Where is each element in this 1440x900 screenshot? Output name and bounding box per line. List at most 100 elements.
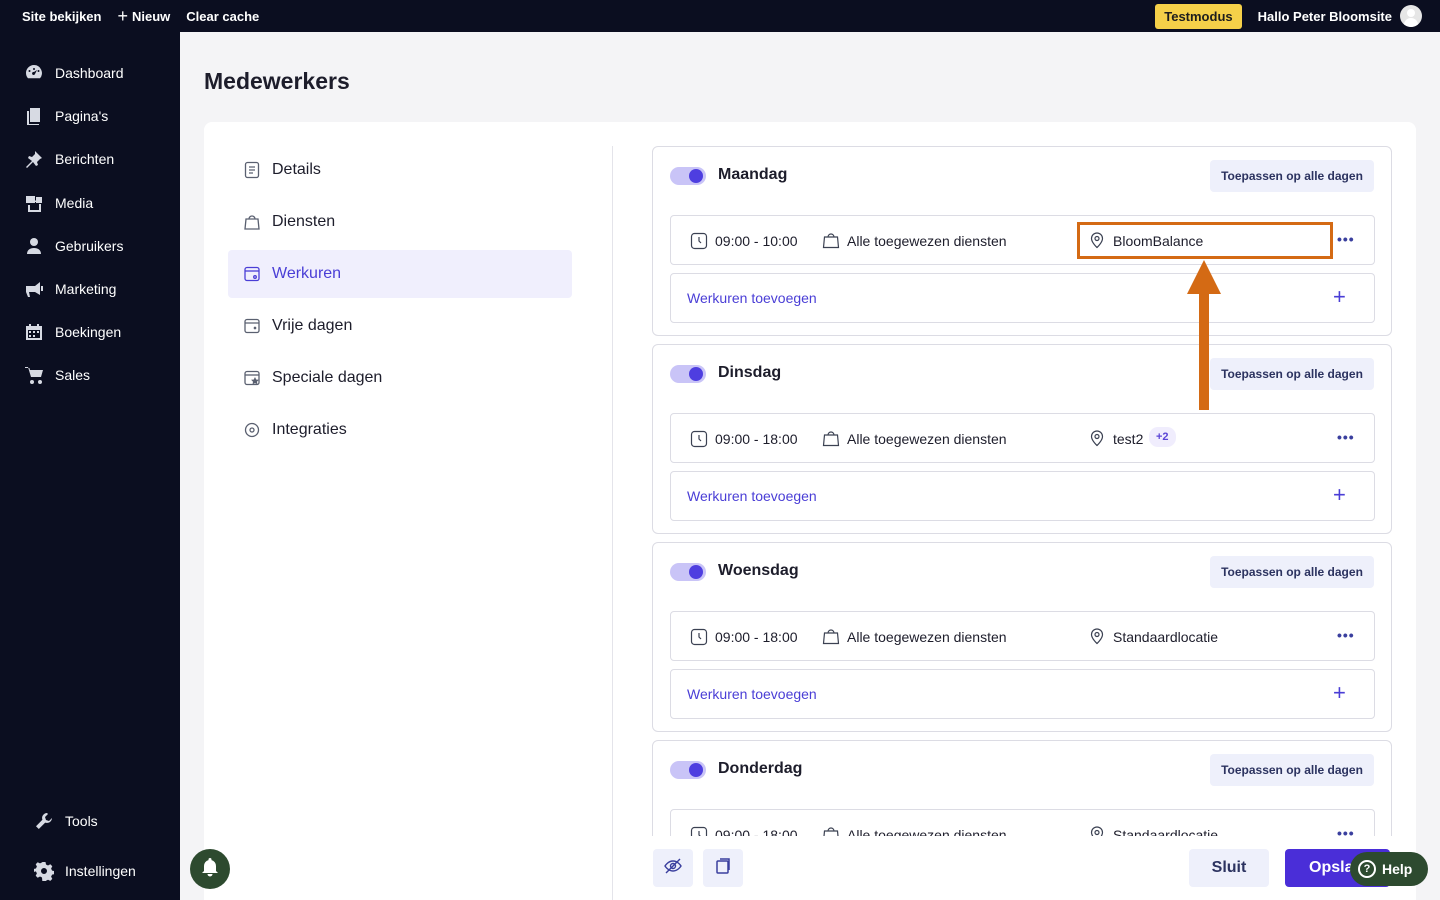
- apply-all-days-button[interactable]: Toepassen op alle dagen: [1210, 754, 1374, 786]
- tab-special-days[interactable]: Speciale dagen: [228, 354, 572, 402]
- add-hours-link[interactable]: Werkuren toevoegen: [687, 290, 817, 306]
- new-menu[interactable]: + Nieuw: [117, 7, 170, 25]
- sidebar-item-sales[interactable]: Sales: [24, 365, 90, 385]
- sidebar-label: Media: [55, 195, 94, 211]
- plus-icon[interactable]: +: [1333, 284, 1346, 310]
- sidebar-item-media[interactable]: Media: [24, 193, 93, 213]
- user-greeting[interactable]: Hallo Peter Bloomsite: [1258, 9, 1392, 24]
- tab-label: Diensten: [272, 213, 336, 230]
- clear-cache-link[interactable]: Clear cache: [186, 9, 259, 24]
- sidebar-item-users[interactable]: Gebruikers: [24, 236, 123, 256]
- clock-icon: [690, 232, 708, 253]
- sidebar-label: Pagina's: [55, 108, 109, 124]
- bag-icon: [242, 212, 262, 232]
- extra-locations-badge[interactable]: +2: [1149, 427, 1176, 447]
- day-toggle[interactable]: [670, 563, 706, 581]
- time-range: 09:00 - 18:00: [715, 431, 798, 447]
- apply-all-days-button[interactable]: Toepassen op alle dagen: [1210, 556, 1374, 588]
- sidebar-item-tools[interactable]: Tools: [34, 811, 98, 831]
- tab-services[interactable]: Diensten: [228, 198, 572, 246]
- more-options-icon[interactable]: •••: [1337, 627, 1355, 643]
- day-toggle[interactable]: [670, 761, 706, 779]
- hours-row[interactable]: 09:00 - 18:00 Alle toegewezen diensten S…: [670, 809, 1375, 836]
- sidebar-label: Marketing: [55, 281, 117, 297]
- day-toggle[interactable]: [670, 167, 706, 185]
- add-hours-link[interactable]: Werkuren toevoegen: [687, 686, 817, 702]
- sidebar-label: Gebruikers: [55, 238, 124, 254]
- plus-icon[interactable]: +: [1333, 482, 1346, 508]
- more-options-icon[interactable]: •••: [1337, 825, 1355, 836]
- tab-label: Vrije dagen: [272, 317, 353, 334]
- more-options-icon[interactable]: •••: [1337, 231, 1355, 247]
- services-label: Alle toegewezen diensten: [847, 431, 1007, 447]
- close-button[interactable]: Sluit: [1189, 849, 1269, 887]
- time-range: 09:00 - 18:00: [715, 827, 798, 836]
- tab-working-hours[interactable]: Werkuren: [228, 250, 572, 298]
- day-name: Woensdag: [718, 562, 799, 579]
- help-label: Help: [1382, 861, 1413, 877]
- view-site-link[interactable]: Site bekijken: [22, 9, 101, 24]
- page-title: Medewerkers: [204, 68, 350, 94]
- sidebar-label: Tools: [65, 813, 98, 829]
- annotation-arrow-shaft: [1199, 290, 1209, 410]
- notification-bell-button[interactable]: [190, 849, 230, 889]
- cart-icon: [24, 365, 44, 385]
- location-label: Standaardlocatie: [1113, 827, 1219, 836]
- services-label: Alle toegewezen diensten: [847, 233, 1007, 249]
- eye-off-icon: [663, 856, 683, 881]
- location-label: test2: [1113, 431, 1144, 447]
- hours-row[interactable]: 09:00 - 18:00 Alle toegewezen diensten t…: [670, 413, 1375, 463]
- location-pin-icon: [1088, 825, 1106, 836]
- day-name: Maandag: [718, 166, 788, 183]
- vertical-divider: [612, 146, 613, 900]
- annotation-arrow-head: [1187, 260, 1221, 294]
- tab-days-off[interactable]: Vrije dagen: [228, 302, 572, 350]
- sidebar-label: Berichten: [55, 151, 115, 167]
- tab-label: Integraties: [272, 421, 347, 438]
- sidebar-item-posts[interactable]: Berichten: [24, 149, 114, 169]
- sidebar-label: Instellingen: [65, 863, 136, 879]
- day-toggle[interactable]: [670, 365, 706, 383]
- tab-details[interactable]: Details: [228, 146, 572, 194]
- copy-icon: [713, 856, 733, 881]
- pin-icon: [24, 149, 44, 169]
- dashboard-icon: [24, 63, 44, 83]
- bag-icon: [822, 825, 840, 836]
- bag-icon: [822, 231, 840, 252]
- day-name: Donderdag: [718, 760, 803, 777]
- plus-icon[interactable]: +: [1333, 680, 1346, 706]
- more-options-icon[interactable]: •••: [1337, 429, 1355, 445]
- add-hours-link[interactable]: Werkuren toevoegen: [687, 488, 817, 504]
- help-button[interactable]: ? Help: [1350, 852, 1428, 886]
- sidebar-label: Boekingen: [55, 324, 122, 340]
- add-hours-row[interactable]: Werkuren toevoegen +: [670, 471, 1375, 521]
- avatar[interactable]: [1400, 5, 1422, 27]
- add-hours-row[interactable]: Werkuren toevoegen +: [670, 273, 1375, 323]
- sidebar-item-bookings[interactable]: Boekingen: [24, 322, 121, 342]
- duplicate-button[interactable]: [703, 849, 743, 887]
- sidebar-item-pages[interactable]: Pagina's: [24, 106, 108, 126]
- question-icon: ?: [1358, 860, 1376, 878]
- day-section-wednesday: Woensdag Toepassen op alle dagen 09:00 -…: [652, 542, 1392, 732]
- clock-icon: [690, 826, 708, 836]
- services-label: Alle toegewezen diensten: [847, 827, 1007, 836]
- add-hours-row[interactable]: Werkuren toevoegen +: [670, 669, 1375, 719]
- user-icon: [24, 236, 44, 256]
- tab-integrations[interactable]: Integraties: [228, 406, 572, 454]
- wrench-icon: [34, 811, 54, 831]
- test-mode-badge[interactable]: Testmodus: [1155, 3, 1242, 29]
- annotation-highlight-box: [1077, 222, 1333, 259]
- sidebar-item-dashboard[interactable]: Dashboard: [24, 63, 124, 83]
- sidebar-item-settings[interactable]: Instellingen: [34, 861, 136, 881]
- location-pin-icon: [1088, 429, 1106, 450]
- services-label: Alle toegewezen diensten: [847, 629, 1007, 645]
- apply-all-days-button[interactable]: Toepassen op alle dagen: [1210, 358, 1374, 390]
- hours-row[interactable]: 09:00 - 18:00 Alle toegewezen diensten S…: [670, 611, 1375, 661]
- bag-icon: [822, 429, 840, 450]
- hide-button[interactable]: [653, 849, 693, 887]
- plus-icon: +: [117, 6, 128, 26]
- clock-icon: [690, 628, 708, 649]
- sidebar-item-marketing[interactable]: Marketing: [24, 279, 116, 299]
- apply-all-days-button[interactable]: Toepassen op alle dagen: [1210, 160, 1374, 192]
- calendar-star-icon: [242, 368, 262, 388]
